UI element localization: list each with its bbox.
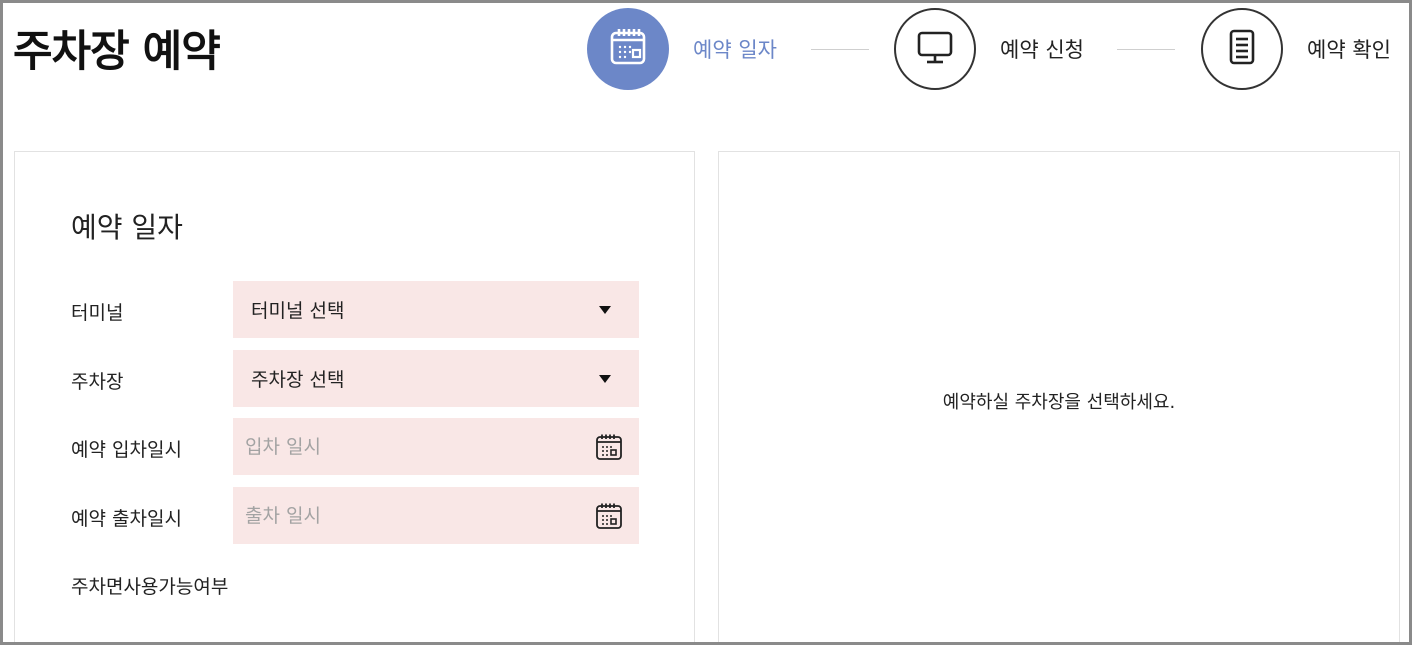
calendar-icon[interactable] bbox=[593, 431, 625, 463]
chevron-down-icon bbox=[599, 374, 611, 383]
step-label: 예약 확인 bbox=[1307, 38, 1391, 62]
step-label: 예약 신청 bbox=[1000, 38, 1084, 62]
step-connector bbox=[1117, 49, 1175, 50]
calendar-icon bbox=[606, 25, 650, 73]
step-connector bbox=[811, 49, 869, 50]
step-reservation-confirm: 예약 확인 bbox=[1201, 5, 1391, 93]
document-icon bbox=[1220, 25, 1264, 73]
parking-label: 주차장 bbox=[71, 371, 124, 393]
reservation-form-panel: 예약 일자 터미널 터미널 선택 주차장 주차장 선택 예약 입차일시 입차 일… bbox=[14, 151, 695, 642]
parking-info-panel: 예약하실 주차장을 선택하세요. bbox=[718, 151, 1400, 642]
entry-datetime-field bbox=[233, 418, 639, 475]
calendar-icon[interactable] bbox=[593, 500, 625, 532]
step-circle-active bbox=[587, 8, 669, 90]
step-reservation-date: 예약 일자 bbox=[587, 5, 777, 93]
terminal-label: 터미널 bbox=[71, 302, 124, 324]
parking-select-value: 주차장 선택 bbox=[251, 369, 345, 391]
step-circle-inactive bbox=[894, 8, 976, 90]
parking-select[interactable]: 주차장 선택 bbox=[233, 350, 639, 407]
exit-datetime-field bbox=[233, 487, 639, 544]
monitor-icon bbox=[913, 25, 957, 73]
entry-datetime-label: 예약 입차일시 bbox=[71, 439, 182, 461]
step-reservation-request: 예약 신청 bbox=[894, 5, 1084, 93]
availability-label: 주차면사용가능여부 bbox=[71, 576, 229, 598]
page-title: 주차장 예약 bbox=[13, 27, 221, 77]
entry-datetime-input[interactable] bbox=[245, 435, 593, 458]
exit-datetime-label: 예약 출차일시 bbox=[71, 508, 182, 530]
terminal-select[interactable]: 터미널 선택 bbox=[233, 281, 639, 338]
terminal-select-value: 터미널 선택 bbox=[251, 300, 345, 322]
exit-datetime-input[interactable] bbox=[245, 504, 593, 527]
chevron-down-icon bbox=[599, 305, 611, 314]
section-title: 예약 일자 bbox=[71, 211, 183, 244]
app-window: 주차장 예약 예약 일자 예약 신청 예약 확인 예약 일자 터미널 터미널 선… bbox=[0, 0, 1412, 645]
step-label: 예약 일자 bbox=[693, 38, 777, 62]
step-circle-inactive bbox=[1201, 8, 1283, 90]
empty-state-message: 예약하실 주차장을 선택하세요. bbox=[942, 392, 1176, 413]
